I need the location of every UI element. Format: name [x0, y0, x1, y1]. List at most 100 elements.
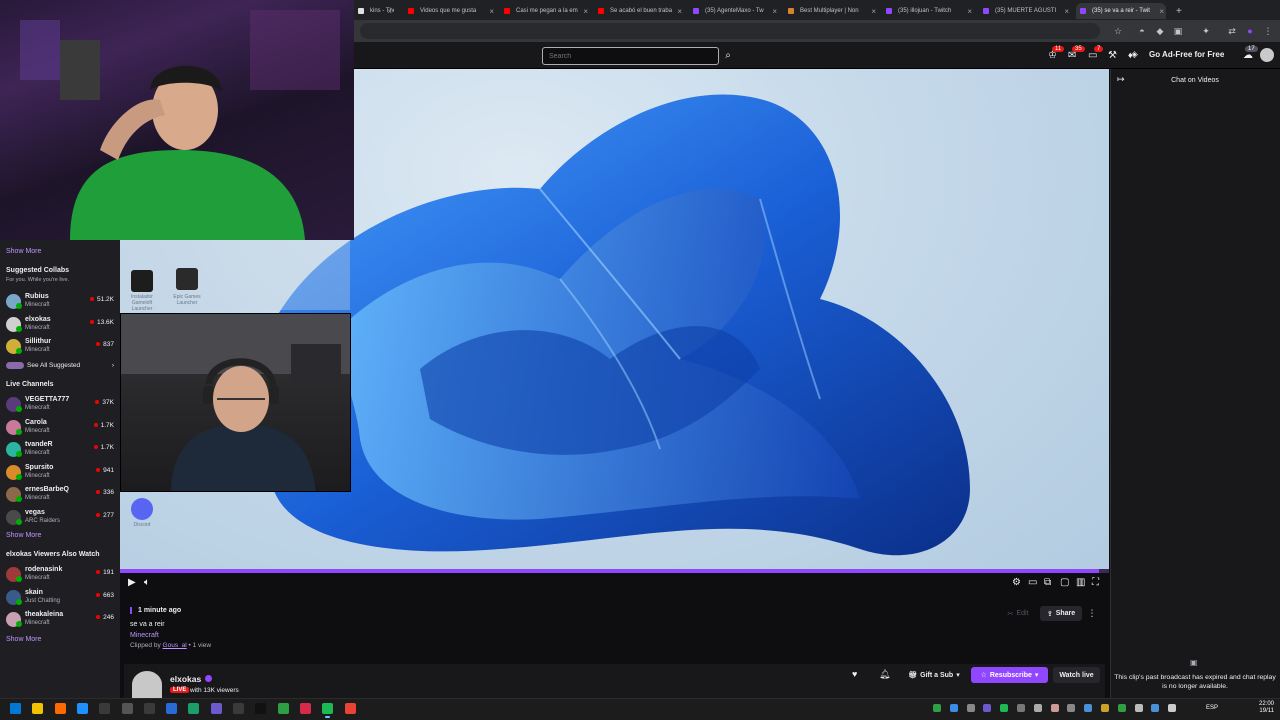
crown-icon[interactable]: ♦	[1128, 50, 1133, 60]
taskbar-app-icon[interactable]	[299, 703, 311, 714]
taskbar-app-icon[interactable]	[233, 703, 244, 714]
collapse-chat-icon[interactable]: ↦	[1117, 74, 1125, 85]
browser-tab[interactable]: (35) MUERTE AGUSTI ×	[979, 3, 1071, 19]
gift-sub-button[interactable]: 🎁︎ Gift a Sub ▾	[902, 667, 966, 683]
tab-close-icon[interactable]: ×	[489, 7, 494, 16]
sidebar-channel-item[interactable]: vegas ARC Raiders 277	[0, 507, 120, 529]
system-tray-icon[interactable]	[1067, 704, 1076, 712]
taskbar-app-icon[interactable]	[210, 703, 222, 714]
sidebar-toggle-icon[interactable]: ⇄	[1226, 25, 1238, 37]
system-tray-icon[interactable]	[1000, 704, 1009, 712]
sidebar-channel-item[interactable]: Rubius Minecraft 51.2K	[0, 291, 120, 313]
system-tray-icon[interactable]	[1084, 704, 1093, 712]
browser-tab[interactable]: Videos que me gusta ×	[404, 3, 496, 19]
taskbar-app-icon[interactable]	[255, 703, 267, 714]
bookmark-icon[interactable]: ✦	[1200, 25, 1212, 37]
system-tray-icon[interactable]	[1134, 704, 1143, 712]
taskbar-app-icon[interactable]	[166, 703, 178, 714]
sidebar-channel-item[interactable]: Carola Minecraft 1.7K	[0, 417, 120, 439]
play-icon[interactable]: ▶	[128, 577, 136, 588]
channel-name[interactable]: elxokas	[170, 674, 201, 684]
clipper-link[interactable]: Gous_al	[163, 642, 187, 649]
browser-tab[interactable]: (35) illojuan - Twitch ×	[882, 3, 974, 19]
sidebar-channel-item[interactable]: theakaleina Minecraft 246	[0, 609, 120, 631]
heart-follow-icon[interactable]: ♥	[852, 669, 857, 679]
bell-icon[interactable]: 🔔︎	[879, 669, 890, 680]
taskbar-app-icon[interactable]	[121, 703, 133, 714]
search-input[interactable]	[542, 47, 719, 65]
system-tray-icon[interactable]	[1017, 704, 1025, 712]
sidebar-channel-item[interactable]: rodenasink Minecraft 191	[0, 564, 120, 586]
channel-avatar[interactable]	[132, 671, 162, 698]
mini-player-icon[interactable]: ▢	[1060, 577, 1069, 588]
volume-icon[interactable]: 🔈︎	[144, 577, 150, 588]
share-button[interactable]: ⇪ Share	[1040, 606, 1082, 621]
layout-icon[interactable]: ▥	[1076, 577, 1085, 588]
search-button[interactable]: ⌕	[720, 47, 736, 65]
theatre-mode-icon[interactable]: ▭	[1028, 577, 1037, 588]
extension-icon[interactable]: ◓	[1136, 25, 1148, 37]
sidebar-channel-item[interactable]: Spursito Minecraft 941	[0, 462, 120, 484]
system-tray-icon[interactable]	[983, 704, 992, 712]
taskbar-app-icon[interactable]	[143, 703, 155, 714]
resubscribe-button[interactable]: ☆ Resubscribe ▾	[971, 667, 1048, 683]
address-bar[interactable]	[360, 23, 1100, 39]
browser-menu-icon[interactable]: ⋮	[1262, 25, 1274, 37]
taskbar-app-icon[interactable]	[188, 703, 200, 714]
sidebar-channel-item[interactable]: VEGETTA777 Minecraft 37K	[0, 394, 120, 416]
taskbar-app-icon[interactable]	[76, 703, 88, 714]
profile-icon[interactable]: ●	[1244, 25, 1256, 37]
system-tray-icon[interactable]	[966, 704, 975, 712]
tab-close-icon[interactable]: ×	[1064, 7, 1069, 16]
bits-icon[interactable]: ⚒	[1108, 50, 1117, 61]
show-more-live-link[interactable]: Show More	[6, 532, 41, 539]
show-more-also-link[interactable]: Show More	[6, 636, 41, 643]
watch-live-button[interactable]: Watch live	[1053, 667, 1100, 683]
edit-button[interactable]: ✂ Edit	[1000, 606, 1036, 621]
show-more-link[interactable]: Show More	[6, 248, 41, 255]
taskbar-app-icon[interactable]	[99, 703, 111, 714]
sidebar-channel-item[interactable]: Sillithur Minecraft 837	[0, 336, 120, 358]
extension-blue-icon[interactable]: ◆	[1154, 25, 1166, 37]
browser-tab[interactable]: (35) se va a reir - Twit ×	[1076, 3, 1166, 19]
browser-tab[interactable]: Casi me pegan a la em ×	[500, 3, 590, 19]
user-avatar[interactable]	[1260, 48, 1274, 62]
see-all-suggested-link[interactable]: See All Suggested ›	[6, 362, 114, 372]
browser-tab[interactable]: Se acabó el buen traba ×	[594, 3, 684, 19]
sidebar-channel-item[interactable]: elxokas Minecraft 13.6K	[0, 314, 120, 336]
taskbar-app-icon[interactable]	[344, 703, 356, 714]
sidebar-channel-item[interactable]: skain Just Chatting 663	[0, 587, 120, 609]
taskbar-app-icon[interactable]	[54, 703, 66, 714]
system-tray-icon[interactable]	[1101, 704, 1109, 712]
new-tab-button[interactable]: +	[1172, 3, 1186, 19]
system-tray-icon[interactable]	[1168, 704, 1177, 712]
tab-close-icon[interactable]: ×	[772, 7, 777, 16]
tab-close-icon[interactable]: ×	[677, 7, 682, 16]
browser-tab[interactable]: kins - The ×	[354, 3, 394, 19]
clip-game-link[interactable]: Minecraft	[130, 632, 159, 639]
settings-gear-icon[interactable]: ⚙	[1012, 577, 1021, 588]
taskbar-app-icon[interactable]	[322, 703, 334, 718]
go-ad-free-button[interactable]: Go Ad-Free for Free	[1149, 50, 1224, 59]
system-tray-icon[interactable]	[1033, 704, 1042, 712]
tab-close-icon[interactable]: ×	[1159, 7, 1164, 16]
clip-icon[interactable]: ⧉	[1044, 577, 1051, 588]
sidebar-channel-item[interactable]: ernesBarbeQ Minecraft 336	[0, 484, 120, 506]
puzzle-icon[interactable]: ▣	[1172, 25, 1184, 37]
system-tray-icon[interactable]	[1050, 704, 1059, 712]
taskbar-app-icon[interactable]	[32, 703, 44, 714]
system-tray-icon[interactable]	[933, 704, 941, 712]
windows-start-icon[interactable]	[10, 703, 21, 714]
more-options-button[interactable]: ⋮	[1086, 606, 1098, 621]
tab-close-icon[interactable]: ×	[583, 7, 588, 16]
fullscreen-icon[interactable]: ⛶	[1092, 577, 1099, 588]
system-tray-icon[interactable]	[1151, 704, 1160, 712]
system-clock[interactable]: 22:00 19/11	[1250, 701, 1274, 715]
tab-close-icon[interactable]: ×	[871, 7, 876, 16]
system-tray-icon[interactable]	[949, 704, 958, 712]
system-tray-icon[interactable]	[1117, 704, 1126, 712]
bookmark-star-icon[interactable]: ☆	[1112, 25, 1124, 37]
taskbar-app-icon[interactable]	[277, 703, 289, 714]
tab-close-icon[interactable]: ×	[967, 7, 972, 16]
browser-tab[interactable]: (35) AgenteMaxo - Tw ×	[689, 3, 779, 19]
